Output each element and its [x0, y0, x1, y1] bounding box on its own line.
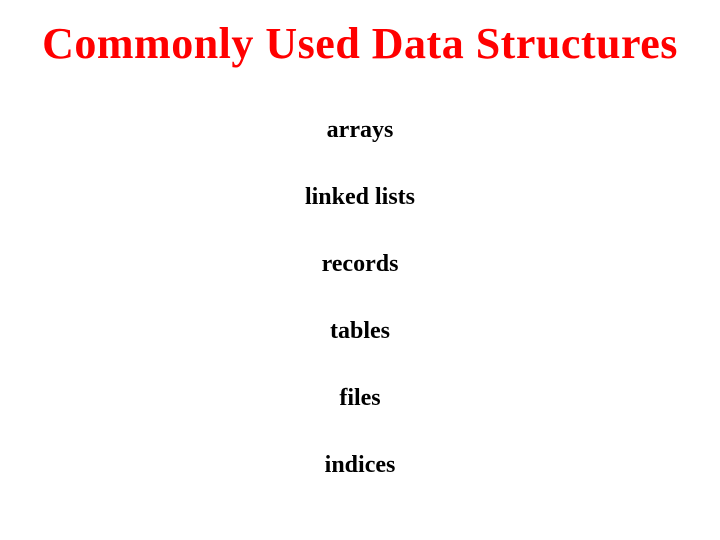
slide-title: Commonly Used Data Structures: [0, 18, 720, 69]
item-list: arrays linked lists records tables files…: [0, 117, 720, 479]
list-item: tables: [330, 318, 390, 345]
slide: Commonly Used Data Structures arrays lin…: [0, 0, 720, 540]
list-item: linked lists: [305, 184, 415, 211]
list-item: indices: [325, 452, 396, 479]
list-item: records: [322, 251, 399, 278]
list-item: arrays: [327, 117, 394, 144]
list-item: files: [339, 385, 380, 412]
